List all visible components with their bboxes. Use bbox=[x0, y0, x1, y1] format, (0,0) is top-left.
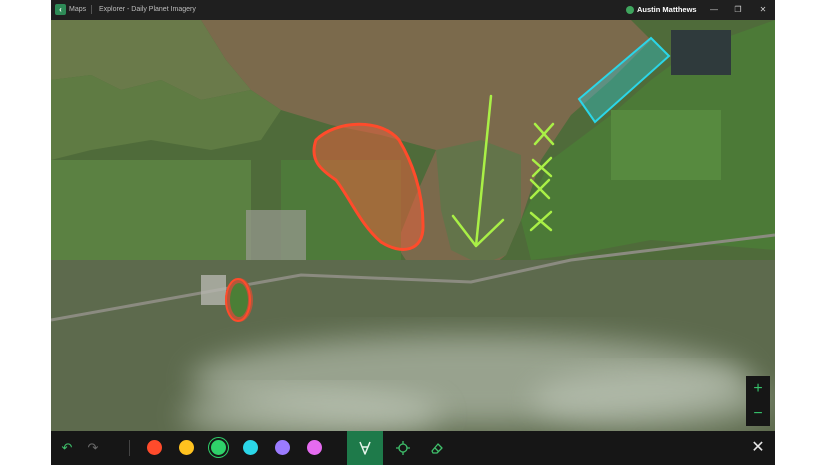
eraser-icon bbox=[431, 443, 443, 454]
zoom-out-button[interactable]: − bbox=[746, 401, 770, 426]
eraser-tool-button[interactable] bbox=[429, 440, 445, 456]
close-ink-button[interactable]: ✕ bbox=[748, 438, 768, 458]
user-account[interactable]: Austin Matthews bbox=[626, 5, 697, 15]
maps-window: ‹ Maps Explorer - Daily Planet Imagery A… bbox=[51, 0, 775, 465]
color-swatch-green[interactable] bbox=[211, 440, 226, 455]
user-name: Austin Matthews bbox=[637, 5, 697, 14]
color-swatch-pink[interactable] bbox=[307, 440, 322, 455]
color-swatch-cyan[interactable] bbox=[243, 440, 258, 455]
stadium-stands bbox=[201, 275, 226, 305]
pen-tool-button[interactable] bbox=[347, 431, 383, 465]
title-bar: ‹ Maps Explorer - Daily Planet Imagery A… bbox=[51, 0, 775, 20]
pan-tool-button[interactable] bbox=[395, 440, 411, 456]
user-avatar-icon bbox=[626, 6, 634, 15]
pen-icon bbox=[359, 441, 371, 455]
restore-button[interactable]: ❐ bbox=[731, 3, 745, 17]
color-swatch-yellow[interactable] bbox=[179, 440, 194, 455]
zoom-in-button[interactable]: + bbox=[746, 376, 770, 401]
redo-icon[interactable]: ↷ bbox=[85, 440, 101, 456]
window-close-button[interactable]: ✕ bbox=[756, 3, 770, 17]
app-name: Maps bbox=[69, 6, 87, 13]
cloud-cover-right bbox=[531, 370, 771, 430]
title-divider bbox=[91, 5, 92, 14]
zoom-controls: + − bbox=[746, 376, 770, 426]
ink-toolbar: ↶ ↷ ✕ bbox=[51, 431, 775, 465]
window-title: Explorer - Daily Planet Imagery bbox=[99, 6, 196, 13]
color-swatch-purple[interactable] bbox=[275, 440, 290, 455]
toolbar-divider bbox=[129, 440, 130, 456]
maps-app-icon: ‹ bbox=[55, 4, 66, 15]
minimize-button[interactable]: — bbox=[707, 3, 721, 17]
aerial-map[interactable] bbox=[51, 20, 775, 431]
field-right bbox=[611, 110, 721, 180]
color-swatch-red[interactable] bbox=[147, 440, 162, 455]
industrial-pond bbox=[671, 30, 731, 75]
track-field bbox=[230, 283, 248, 317]
building-cluster bbox=[246, 210, 306, 260]
move-icon bbox=[396, 441, 410, 455]
undo-icon[interactable]: ↶ bbox=[59, 440, 75, 456]
